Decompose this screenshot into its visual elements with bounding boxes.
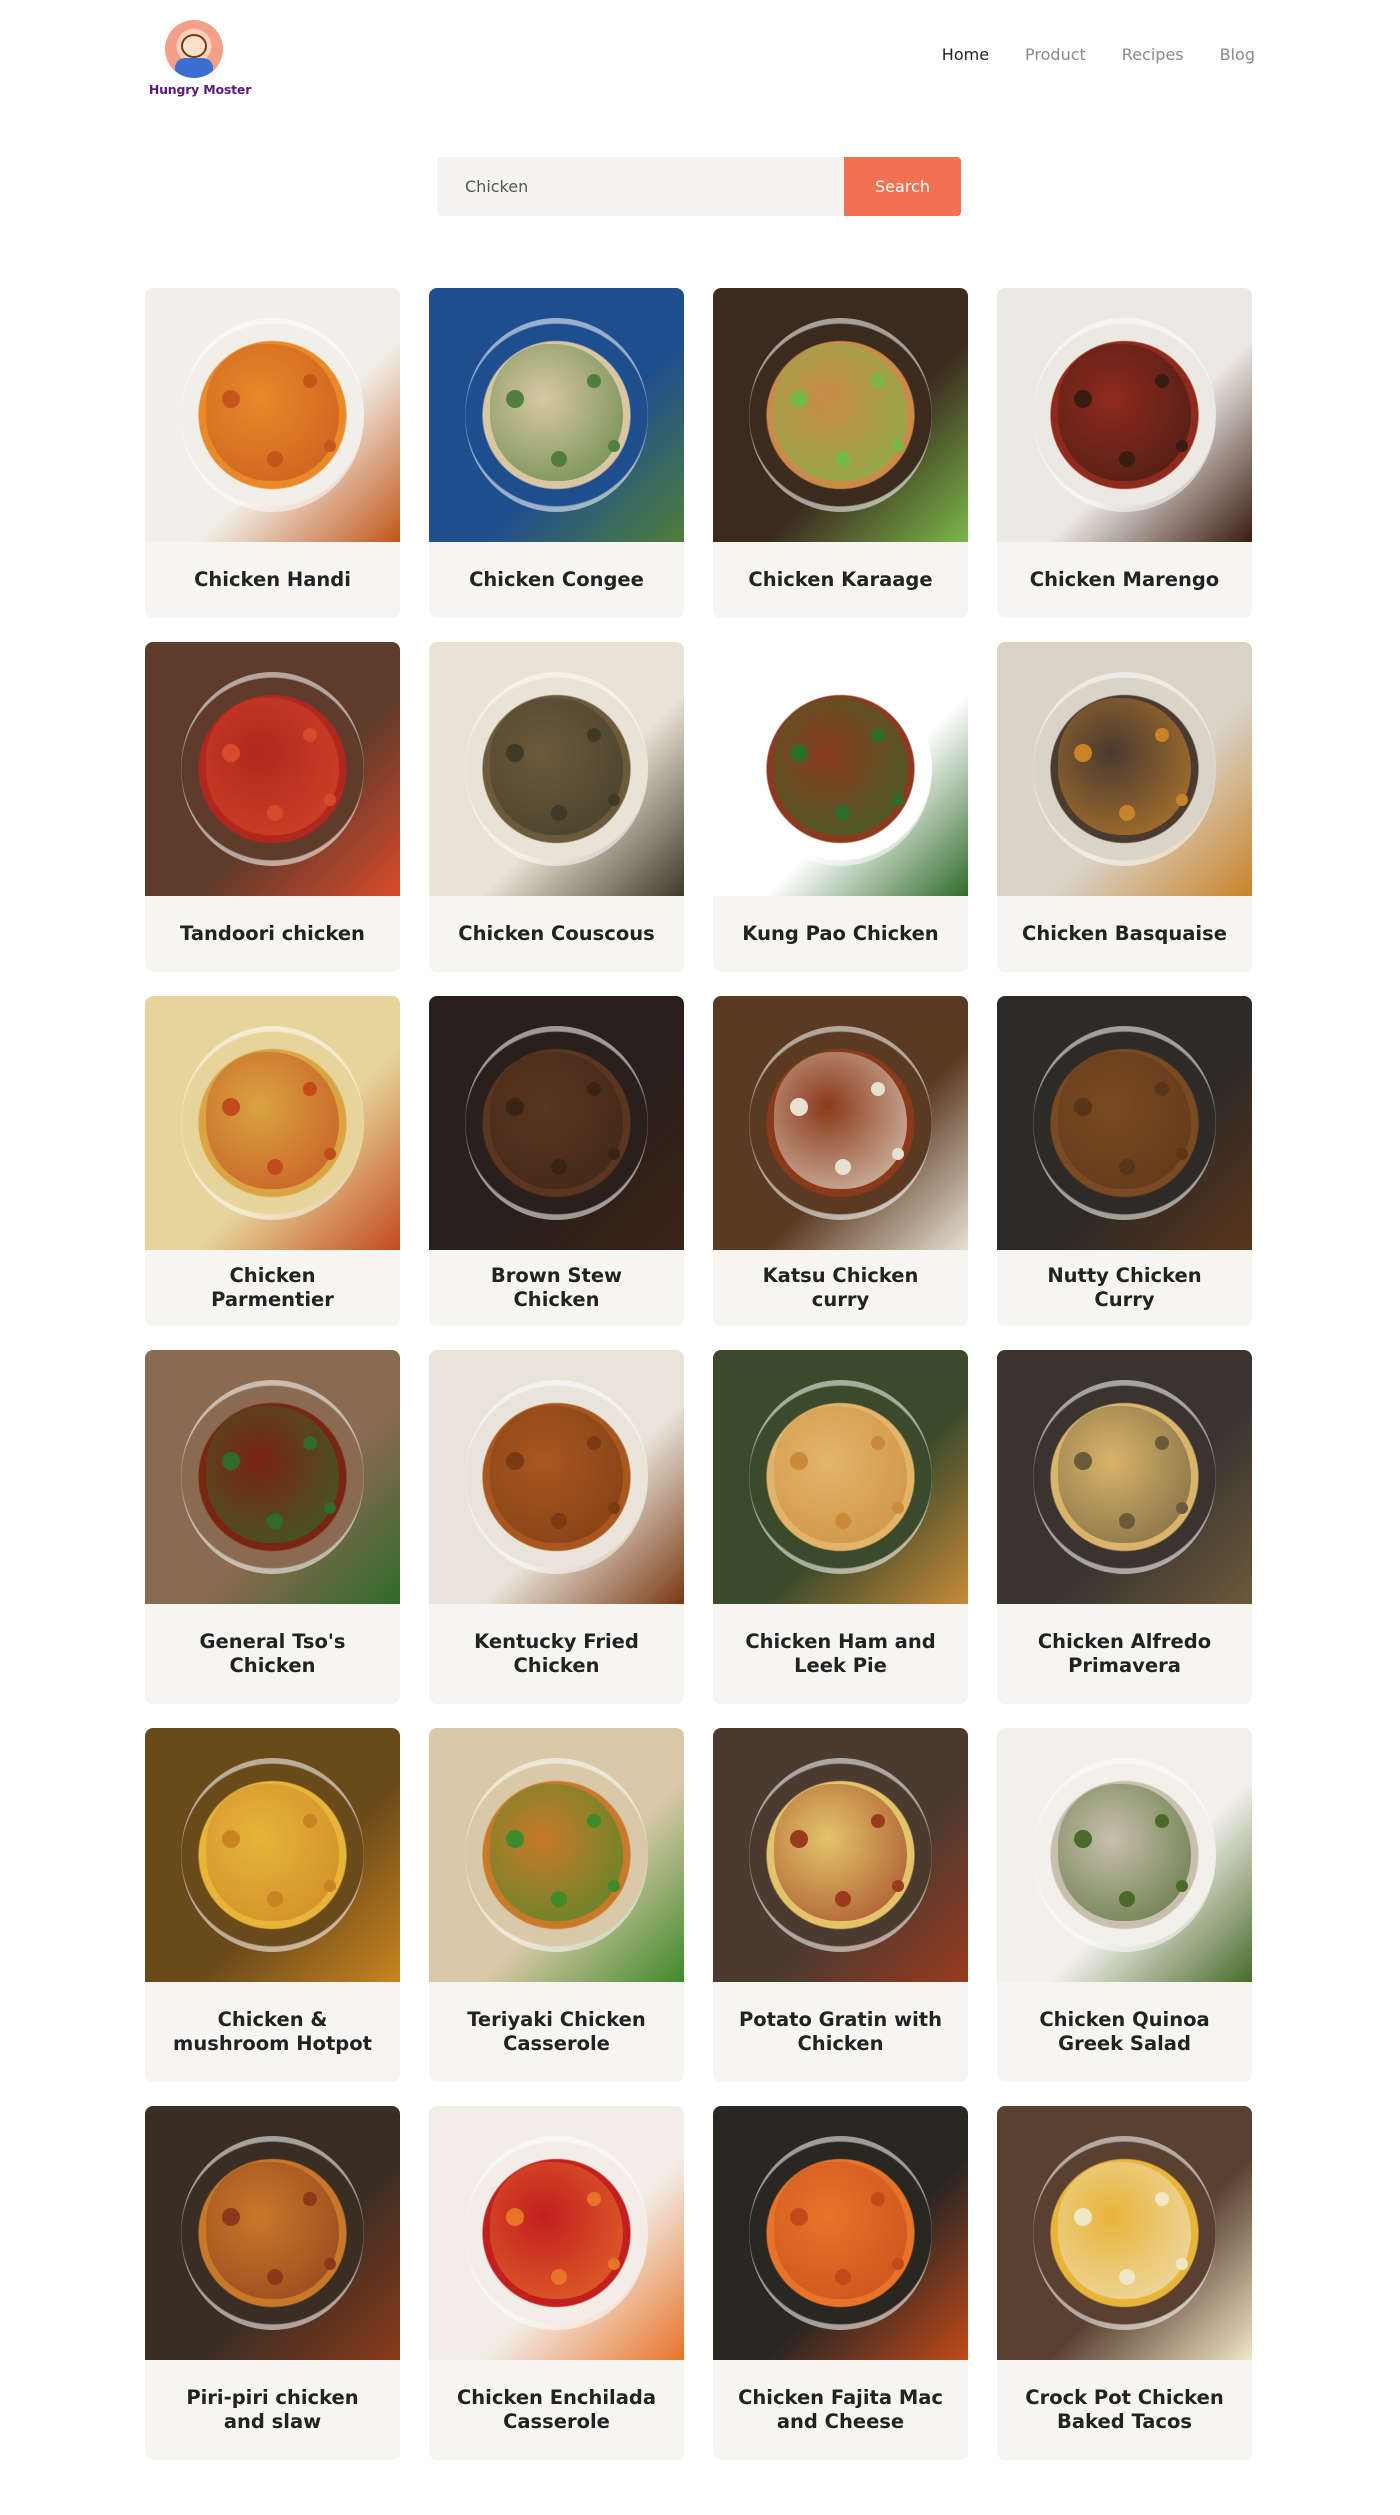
recipe-card[interactable]: Chicken Handi	[145, 288, 400, 618]
recipe-image[interactable]	[713, 1350, 968, 1604]
recipe-title[interactable]: Chicken Quinoa Greek Salad	[997, 1982, 1252, 2082]
recipe-image[interactable]	[997, 996, 1252, 1250]
recipe-title[interactable]: Katsu Chicken curry	[713, 1250, 968, 1326]
nav-link-product[interactable]: Product	[1025, 45, 1086, 64]
recipe-card[interactable]: Kentucky Fried Chicken	[429, 1350, 684, 1704]
recipe-image[interactable]	[997, 642, 1252, 896]
recipe-image[interactable]	[145, 1728, 400, 1982]
recipe-card[interactable]: Chicken Alfredo Primavera	[997, 1350, 1252, 1704]
recipe-title[interactable]: Chicken Enchilada Casserole	[429, 2360, 684, 2460]
brand-name: Hungry Moster	[148, 82, 252, 97]
recipe-image[interactable]	[145, 1350, 400, 1604]
recipe-title[interactable]: Chicken Ham and Leek Pie	[713, 1604, 968, 1704]
recipe-card[interactable]: Chicken Couscous	[429, 642, 684, 972]
main-nav: Home Product Recipes Blog	[942, 45, 1255, 64]
recipe-card[interactable]: Potato Gratin with Chicken	[713, 1728, 968, 2082]
recipe-image[interactable]	[713, 642, 968, 896]
recipe-card[interactable]: Chicken Marengo	[997, 288, 1252, 618]
recipe-title[interactable]: Chicken Fajita Mac and Cheese	[713, 2360, 968, 2460]
recipe-image[interactable]	[429, 996, 684, 1250]
recipe-image[interactable]	[145, 2106, 400, 2360]
recipe-title[interactable]: Nutty Chicken Curry	[997, 1250, 1252, 1326]
recipe-title[interactable]: Tandoori chicken	[145, 896, 400, 972]
recipe-card[interactable]: Brown Stew Chicken	[429, 996, 684, 1326]
recipe-card[interactable]: General Tso's Chicken	[145, 1350, 400, 1704]
recipe-card[interactable]: Chicken Fajita Mac and Cheese	[713, 2106, 968, 2460]
recipe-image[interactable]	[997, 1728, 1252, 1982]
recipe-title[interactable]: Chicken Congee	[429, 542, 684, 618]
search-bar: Search	[437, 157, 961, 216]
recipe-title[interactable]: Chicken Basquaise	[997, 896, 1252, 972]
nav-link-blog[interactable]: Blog	[1220, 45, 1255, 64]
recipe-card[interactable]: Crock Pot Chicken Baked Tacos	[997, 2106, 1252, 2460]
recipe-image[interactable]	[997, 288, 1252, 542]
recipe-card[interactable]: Tandoori chicken	[145, 642, 400, 972]
recipe-card[interactable]: Nutty Chicken Curry	[997, 996, 1252, 1326]
recipe-card[interactable]: Piri-piri chicken and slaw	[145, 2106, 400, 2460]
recipe-title[interactable]: Chicken Alfredo Primavera	[997, 1604, 1252, 1704]
recipe-card[interactable]: Teriyaki Chicken Casserole	[429, 1728, 684, 2082]
recipe-title[interactable]: Brown Stew Chicken	[429, 1250, 684, 1326]
recipe-title[interactable]: Chicken Parmentier	[145, 1250, 400, 1326]
recipe-title[interactable]: Teriyaki Chicken Casserole	[429, 1982, 684, 2082]
recipe-card[interactable]: Chicken Basquaise	[997, 642, 1252, 972]
recipe-image[interactable]	[713, 288, 968, 542]
recipe-title[interactable]: Potato Gratin with Chicken	[713, 1982, 968, 2082]
recipe-title[interactable]: Crock Pot Chicken Baked Tacos	[997, 2360, 1252, 2460]
recipe-image[interactable]	[429, 642, 684, 896]
recipe-image[interactable]	[429, 1728, 684, 1982]
recipe-image[interactable]	[997, 2106, 1252, 2360]
search-input[interactable]	[437, 157, 844, 216]
recipe-card[interactable]: Chicken Karaage	[713, 288, 968, 618]
recipe-image[interactable]	[713, 996, 968, 1250]
recipe-image[interactable]	[713, 2106, 968, 2360]
recipe-card[interactable]: Chicken Enchilada Casserole	[429, 2106, 684, 2460]
recipe-image[interactable]	[145, 996, 400, 1250]
recipe-title[interactable]: Chicken Couscous	[429, 896, 684, 972]
recipe-title[interactable]: Chicken Handi	[145, 542, 400, 618]
nav-link-home[interactable]: Home	[942, 45, 989, 64]
recipe-card[interactable]: Chicken Parmentier	[145, 996, 400, 1326]
recipe-image[interactable]	[145, 642, 400, 896]
logo[interactable]: Hungry Moster	[145, 18, 255, 102]
recipe-card[interactable]: Chicken Congee	[429, 288, 684, 618]
recipe-image[interactable]	[713, 1728, 968, 1982]
recipe-title[interactable]: Kung Pao Chicken	[713, 896, 968, 972]
recipe-title[interactable]: Piri-piri chicken and slaw	[145, 2360, 400, 2460]
site-header: Hungry Moster Home Product Recipes Blog	[145, 18, 1255, 102]
recipe-card[interactable]: Chicken & mushroom Hotpot	[145, 1728, 400, 2082]
recipe-image[interactable]	[429, 1350, 684, 1604]
recipe-image[interactable]	[145, 288, 400, 542]
recipe-image[interactable]	[429, 2106, 684, 2360]
chef-mascot-icon	[165, 20, 223, 78]
recipe-title[interactable]: Kentucky Fried Chicken	[429, 1604, 684, 1704]
recipe-card[interactable]: Chicken Ham and Leek Pie	[713, 1350, 968, 1704]
recipe-card[interactable]: Kung Pao Chicken	[713, 642, 968, 972]
recipe-card[interactable]: Chicken Quinoa Greek Salad	[997, 1728, 1252, 2082]
recipe-image[interactable]	[997, 1350, 1252, 1604]
recipe-title[interactable]: Chicken & mushroom Hotpot	[145, 1982, 400, 2082]
recipe-card[interactable]: Katsu Chicken curry	[713, 996, 968, 1326]
recipe-title[interactable]: Chicken Marengo	[997, 542, 1252, 618]
search-button[interactable]: Search	[844, 157, 961, 216]
nav-link-recipes[interactable]: Recipes	[1122, 45, 1184, 64]
recipe-title[interactable]: General Tso's Chicken	[145, 1604, 400, 1704]
recipe-image[interactable]	[429, 288, 684, 542]
recipe-title[interactable]: Chicken Karaage	[713, 542, 968, 618]
